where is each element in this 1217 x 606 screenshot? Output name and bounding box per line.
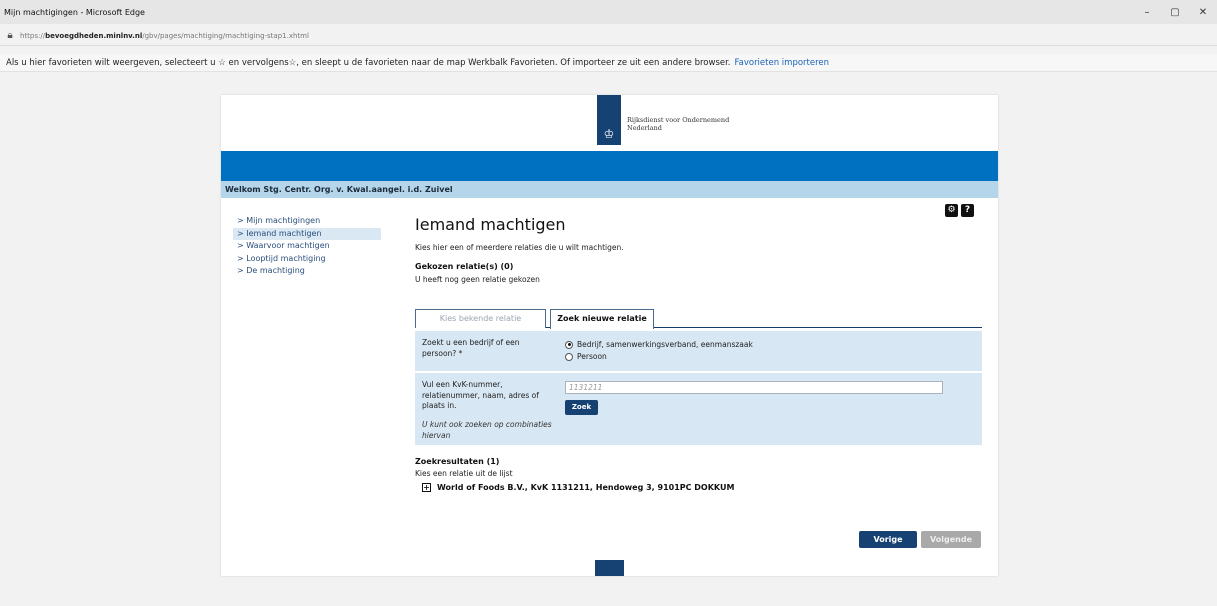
search-hint: U kunt ook zoeken op combinaties hiervan <box>422 420 552 440</box>
radio-selected-icon[interactable] <box>565 340 573 349</box>
previous-button[interactable]: Vorige <box>859 531 917 548</box>
welcome-bar: Welkom Stg. Centr. Org. v. Kwal.aangel. … <box>221 181 998 198</box>
page-card: ♔ Rijksdienst voor Ondernemend Nederland… <box>221 95 998 576</box>
search-results: Zoekresultaten (1) Kies een relatie uit … <box>415 457 982 492</box>
minimize-button[interactable]: – <box>1133 7 1161 18</box>
type-row: Zoekt u een bedrijf of een persoon? * Be… <box>415 331 982 373</box>
rvo-logo-icon: ♔ <box>597 95 621 145</box>
window-title: Mijn machtigingen - Microsoft Edge <box>4 7 145 17</box>
search-label: Vul een KvK-nummer, relatienummer, naam,… <box>422 380 539 410</box>
close-button[interactable]: ✕ <box>1189 7 1217 18</box>
url-text[interactable]: https://bevoegdheden.minlnv.nl/gbv/pages… <box>20 32 309 40</box>
sidebar-item-iemand-machtigen[interactable]: > Iemand machtigen <box>233 227 381 240</box>
results-subtitle: Kies een relatie uit de lijst <box>415 469 513 478</box>
search-row: Vul een KvK-nummer, relatienummer, naam,… <box>415 373 982 447</box>
window-controls: – ▢ ✕ <box>1133 0 1217 24</box>
window-titlebar: Mijn machtigingen - Microsoft Edge – ▢ ✕ <box>0 0 1217 24</box>
search-button[interactable]: Zoek <box>565 400 598 415</box>
radio-persoon[interactable]: Persoon <box>565 352 607 361</box>
header-band <box>221 151 998 181</box>
results-heading: Zoekresultaten (1) <box>415 457 500 466</box>
relation-tabs: Kies bekende relatie Zoek nieuwe relatie <box>415 309 982 329</box>
favorites-bar: Als u hier favorieten wilt weergeven, se… <box>0 54 1217 72</box>
tab-kies-bekende-relatie[interactable]: Kies bekende relatie <box>415 309 546 328</box>
sidebar-item-mijn-machtigingen[interactable]: > Mijn machtigingen <box>233 215 381 228</box>
tab-zoek-nieuwe-relatie[interactable]: Zoek nieuwe relatie <box>550 309 654 329</box>
favorites-bar-message: Als u hier favorieten wilt weergeven, se… <box>6 57 731 68</box>
sidebar-item-de-machtiging[interactable]: > De machtiging <box>233 265 381 278</box>
radio-persoon-label: Persoon <box>577 352 607 361</box>
chosen-relations-heading: Gekozen relatie(s) (0) <box>415 262 514 271</box>
list-item[interactable]: + World of Foods B.V., KvK 1131211, Hend… <box>422 483 982 492</box>
maximize-button[interactable]: ▢ <box>1161 7 1189 18</box>
logo-text: Rijksdienst voor Ondernemend Nederland <box>627 116 730 132</box>
type-question-label: Zoekt u een bedrijf of een persoon? * <box>422 338 520 358</box>
chosen-relations-empty: U heeft nog geen relatie gekozen <box>415 275 540 284</box>
footer-mark <box>595 560 624 576</box>
search-input[interactable]: 1131211 <box>565 381 943 394</box>
radio-bedrijf[interactable]: Bedrijf, samenwerkingsverband, eenmansza… <box>565 340 753 349</box>
main-content: Iemand machtigen Kies hier een of meerde… <box>415 211 985 284</box>
result-label[interactable]: World of Foods B.V., KvK 1131211, Hendow… <box>437 483 734 492</box>
sidebar-item-looptijd-machtiging[interactable]: > Looptijd machtiging <box>233 253 381 266</box>
radio-unselected-icon[interactable] <box>565 352 573 361</box>
address-bar[interactable]: 🔒︎ https://bevoegdheden.minlnv.nl/gbv/pa… <box>0 26 1217 46</box>
import-favorites-link[interactable]: Favorieten importeren <box>735 58 830 68</box>
page-title: Iemand machtigen <box>415 215 566 234</box>
search-panel: Zoekt u een bedrijf of een persoon? * Be… <box>415 331 982 447</box>
sidebar-item-waarvoor-machtigen[interactable]: > Waarvoor machtigen <box>233 240 381 253</box>
radio-bedrijf-label: Bedrijf, samenwerkingsverband, eenmansza… <box>577 340 753 349</box>
next-button[interactable]: Volgende <box>921 531 981 548</box>
lock-icon: 🔒︎ <box>7 30 13 41</box>
header-logo-area: ♔ Rijksdienst voor Ondernemend Nederland <box>221 95 998 151</box>
sidebar-nav: > Mijn machtigingen > Iemand machtigen >… <box>233 215 381 278</box>
expand-plus-icon[interactable]: + <box>422 483 431 492</box>
page-intro: Kies hier een of meerdere relaties die u… <box>415 243 624 252</box>
